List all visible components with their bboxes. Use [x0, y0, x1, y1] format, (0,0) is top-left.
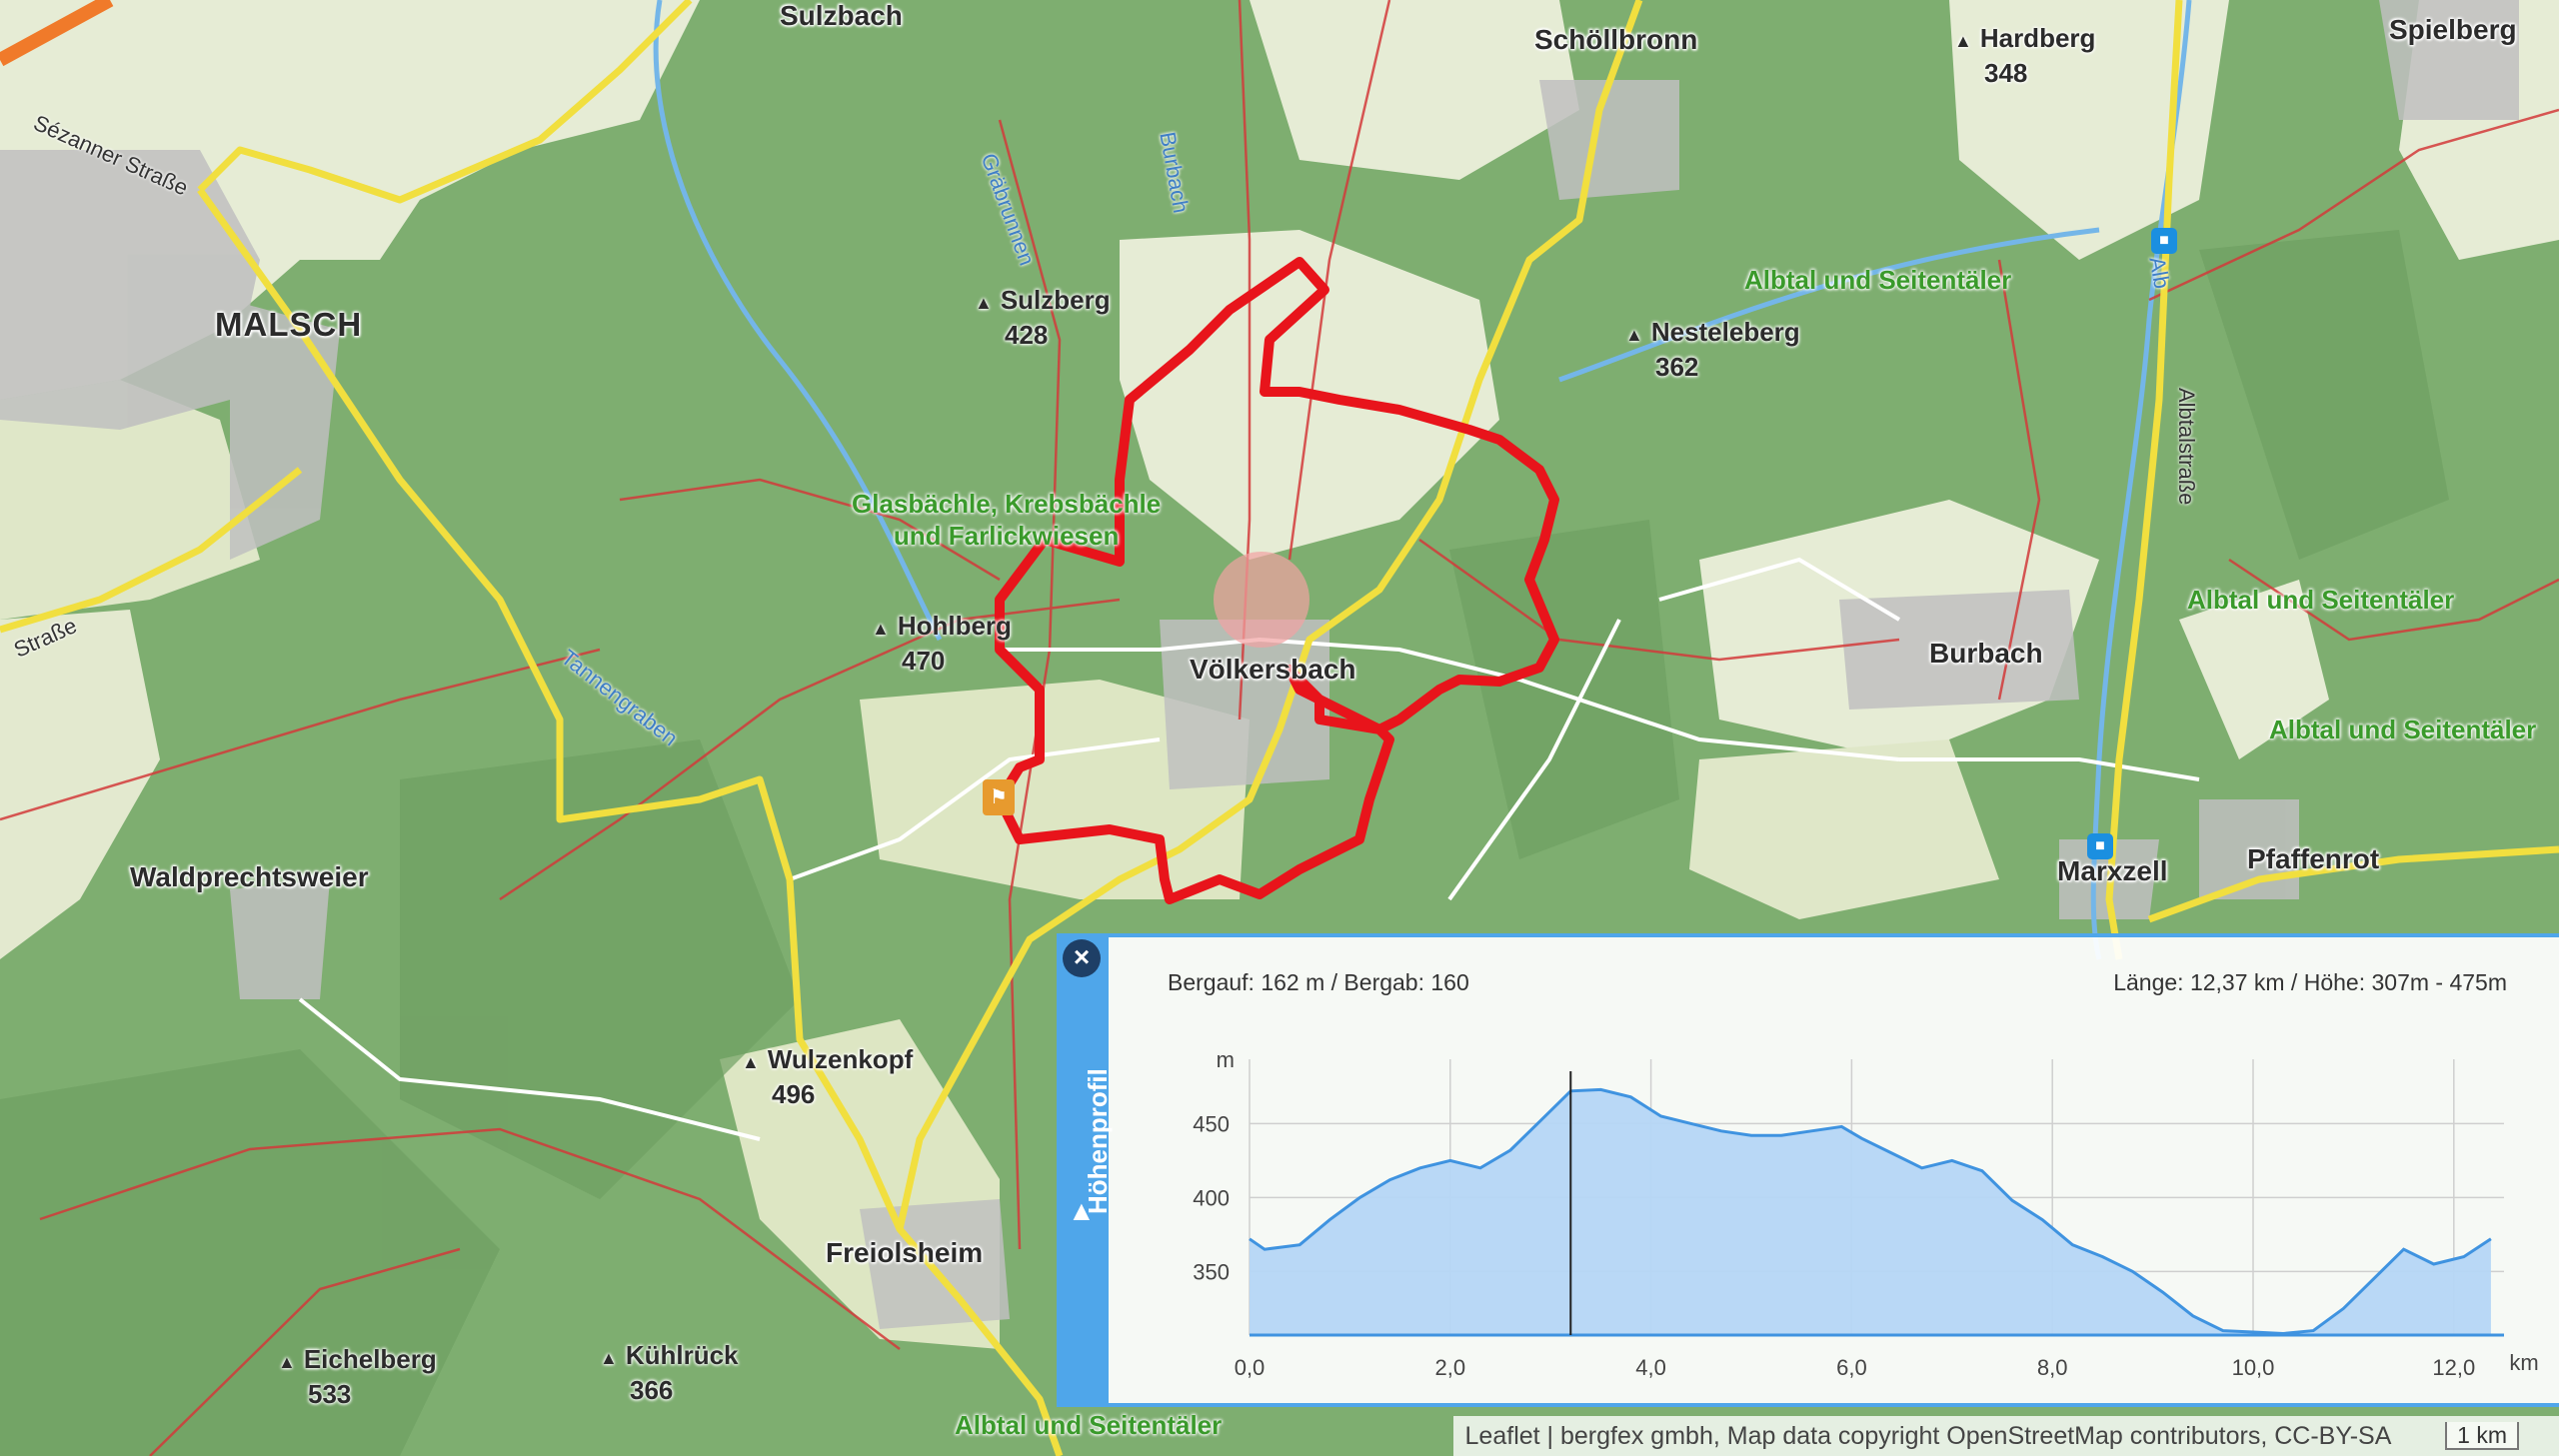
attribution-text: Leaflet | bergfex gmbh, Map data copyrig…	[1464, 1422, 2391, 1450]
peak-nesteleberg: ▲ Nesteleberg 362	[1625, 317, 1800, 382]
street-albtalstrasse: Albtalstraße	[2174, 388, 2199, 506]
x-tick-label: 8,0	[2037, 1355, 2068, 1380]
place-schoellbronn: Schöllbronn	[1534, 24, 1698, 55]
ascent-descent: Bergauf: 162 m / Bergab: 160	[1168, 969, 1469, 995]
place-sulzbach: Sulzbach	[780, 0, 903, 31]
peak-icon: ▲	[600, 1348, 618, 1368]
x-tick-label: 12,0	[2432, 1355, 2475, 1380]
y-tick-label: 350	[1193, 1259, 1230, 1284]
hiking-start-icon[interactable]: ⚑	[983, 779, 1015, 815]
peak-hardberg: ▲ Hardberg 348	[1954, 23, 2096, 88]
map-attribution: Leaflet | bergfex gmbh, Map data copyrig…	[1452, 1416, 2559, 1456]
place-pfaffenrot: Pfaffenrot	[2247, 843, 2380, 874]
y-tick-label: 400	[1193, 1185, 1230, 1210]
peak-kuehlrueck: ▲ Kühlrück 366	[600, 1340, 739, 1405]
peak-hohlberg: ▲ Hohlberg 470	[872, 611, 1012, 676]
x-tick-label: 0,0	[1235, 1355, 1266, 1380]
peak-icon: ▲	[1625, 325, 1643, 345]
x-unit-label: km	[2509, 1350, 2538, 1375]
position-marker	[1214, 552, 1309, 648]
place-burbach: Burbach	[1929, 638, 2043, 669]
peak-sulzberg: ▲ Sulzberg 428	[975, 285, 1111, 350]
place-malsch: MALSCH	[215, 306, 363, 343]
x-tick-label: 10,0	[2232, 1355, 2275, 1380]
nature-area-albtal: Albtal und Seitentäler	[2269, 715, 2537, 744]
elevation-chart[interactable]: 0,0 2,0 4,0 6,0 8,0 10,0 12,0 350 400 450 m km	[1110, 1039, 2559, 1399]
place-marxzell: Marxzell	[2057, 855, 2168, 886]
scale-bar: 1 km	[2445, 1422, 2519, 1450]
x-tick-label: 4,0	[1635, 1355, 1666, 1380]
length-height: Länge: 12,37 km / Höhe: 307m - 475m	[2113, 969, 2507, 995]
nature-area-glasbaechle: Glasbächle, Krebsbächle und Farlickwiese…	[852, 489, 1162, 551]
y-unit-label: m	[1217, 1047, 1235, 1072]
y-tick-label: 450	[1193, 1111, 1230, 1136]
place-waldprechtsweier: Waldprechtsweier	[130, 861, 369, 892]
nature-area-albtal: Albtal und Seitentäler	[955, 1410, 1223, 1440]
place-voelkersbach: Völkersbach	[1190, 654, 1356, 685]
elevation-area	[1250, 1089, 2491, 1335]
close-icon[interactable]: ×	[1063, 939, 1101, 977]
bus-stop-icon[interactable]: ■	[2087, 833, 2113, 859]
x-tick-label: 2,0	[1435, 1355, 1466, 1380]
x-tick-label: 6,0	[1836, 1355, 1867, 1380]
peak-eichelberg: ▲ Eichelberg 533	[278, 1344, 437, 1409]
waterway-alb: Alb	[2144, 255, 2175, 291]
place-freiolsheim: Freiolsheim	[826, 1237, 984, 1268]
nature-area-albtal: Albtal und Seitentäler	[1744, 265, 2012, 295]
nature-area-albtal: Albtal und Seitentäler	[2187, 585, 2455, 615]
peak-icon: ▲	[872, 619, 890, 639]
peak-icon: ▲	[1954, 31, 1972, 51]
peak-icon: ▲	[975, 293, 993, 313]
peak-wulzenkopf: ▲ Wulzenkopf 496	[742, 1044, 914, 1109]
peak-icon: ▲	[278, 1352, 296, 1372]
bus-stop-icon[interactable]: ■	[2151, 228, 2177, 254]
peak-icon: ▲	[742, 1052, 760, 1072]
place-spielberg: Spielberg	[2389, 14, 2517, 45]
